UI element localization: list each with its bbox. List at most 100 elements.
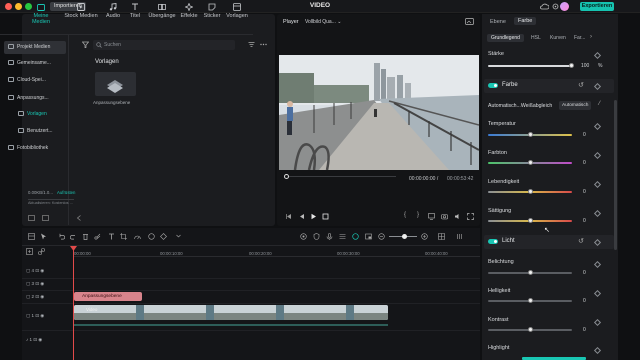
ai-icon[interactable] <box>352 233 359 240</box>
delete-icon[interactable] <box>82 233 89 240</box>
grid-icon[interactable] <box>438 233 445 240</box>
render-icon[interactable] <box>300 233 307 240</box>
text-icon[interactable] <box>108 233 115 240</box>
avatar[interactable] <box>560 2 569 11</box>
auto-white-balance-button[interactable]: Automatisch <box>559 101 592 110</box>
tree-item-cloud[interactable]: Cloud-Spei... <box>4 74 66 87</box>
display-icon[interactable] <box>428 213 435 220</box>
microphone-icon[interactable] <box>326 233 333 240</box>
playhead[interactable] <box>73 246 74 360</box>
camera-icon[interactable] <box>441 213 448 220</box>
color-toggle[interactable] <box>488 83 498 88</box>
track-header-1[interactable]: ▢ 1 ⊡ ◉ <box>26 313 44 319</box>
export-button[interactable]: Exportieren <box>580 2 614 11</box>
subtab-more[interactable]: Far... <box>574 35 585 41</box>
vibrance-slider-knob[interactable] <box>528 189 533 194</box>
tree-item-project-media[interactable]: Projekt Medien <box>4 41 66 54</box>
tint-value[interactable]: 0 <box>583 160 586 166</box>
import-folder-icon[interactable] <box>42 215 49 221</box>
color-match-icon[interactable] <box>148 233 155 240</box>
more-icon[interactable] <box>260 41 267 48</box>
brightness-value[interactable]: 0 <box>583 298 586 304</box>
tree-item-custom[interactable]: Benutzert... <box>4 125 66 138</box>
track-header-3[interactable]: ▢ 3 ⊡ ◉ <box>26 281 44 287</box>
crop-icon[interactable] <box>120 233 127 240</box>
quality-select[interactable]: Vollbild Qua... ⌄ <box>305 19 341 25</box>
brightness-slider-knob[interactable] <box>528 298 533 303</box>
mark-in-icon[interactable]: { <box>404 212 406 218</box>
reset-icon[interactable]: ↺ <box>578 81 584 89</box>
cloud-icon[interactable] <box>540 3 549 10</box>
player-tab[interactable]: Player <box>283 19 299 25</box>
tab-color[interactable]: Farbe <box>514 17 537 25</box>
strength-slider[interactable] <box>488 65 572 67</box>
timeline-more-icon[interactable] <box>456 233 463 240</box>
previous-frame-icon[interactable] <box>285 213 292 220</box>
track-header-4[interactable]: ▢ 4 ⊡ ◉ <box>26 268 44 274</box>
new-folder-icon[interactable] <box>28 215 35 221</box>
playback-scrubber[interactable] <box>284 174 289 179</box>
strength-value[interactable]: 100 <box>581 63 589 69</box>
audio-track-header-1[interactable]: ♪ 1 ⊡ ◉ <box>26 337 42 343</box>
mark-out-icon[interactable]: } <box>417 212 419 218</box>
adjustment-layer-thumbnail[interactable] <box>95 72 136 96</box>
keyframe-tool-icon[interactable] <box>160 233 167 240</box>
strength-slider-knob[interactable] <box>569 63 574 68</box>
more-tools-icon[interactable] <box>175 233 182 240</box>
adjustment-layer-clip[interactable]: Anpassungsebene <box>74 292 142 301</box>
tab-my-media[interactable]: Meine Medien <box>24 3 58 25</box>
subtab-hsl[interactable]: HSL <box>531 35 541 41</box>
eyedropper-icon[interactable]: ⁄ <box>599 101 600 107</box>
track-header-2[interactable]: ▢ 2 ⊡ ◉ <box>26 294 44 300</box>
saturation-slider-knob[interactable] <box>528 218 533 223</box>
list-icon[interactable] <box>339 233 346 240</box>
tab-templates[interactable]: Vorlagen <box>220 3 254 19</box>
redo-icon[interactable] <box>70 233 77 240</box>
zoom-out-icon[interactable] <box>378 233 385 240</box>
tab-layer[interactable]: Ebene <box>490 19 506 25</box>
settings-icon[interactable] <box>552 3 559 10</box>
tree-item-templates[interactable]: Vorlagen <box>4 108 66 121</box>
select-tool-icon[interactable] <box>40 233 47 240</box>
vibrance-value[interactable]: 0 <box>583 189 586 195</box>
undo-icon[interactable] <box>58 233 65 240</box>
stop-icon[interactable] <box>322 213 329 220</box>
tree-item-shared[interactable]: Gemeinsame... <box>4 57 66 70</box>
snapshot-icon[interactable] <box>465 18 474 25</box>
tint-slider-knob[interactable] <box>528 160 533 165</box>
add-track-icon[interactable] <box>26 248 33 255</box>
playback-progress[interactable] <box>286 176 396 177</box>
shield-icon[interactable] <box>313 233 320 240</box>
subtab-curves[interactable]: Kurven <box>550 35 566 41</box>
tab-stock-media[interactable]: Stock Medien <box>64 3 98 19</box>
audio-icon[interactable] <box>454 213 461 220</box>
temperature-slider-knob[interactable] <box>528 132 533 137</box>
exposure-value[interactable]: 0 <box>583 270 586 276</box>
temperature-value[interactable]: 0 <box>583 132 586 138</box>
scrollbar[interactable] <box>614 100 617 250</box>
filter-lines-icon[interactable] <box>248 41 255 48</box>
link-icon[interactable] <box>38 248 45 255</box>
step-back-icon[interactable] <box>298 213 305 220</box>
zoom-in-icon[interactable] <box>421 233 428 240</box>
subtab-basic[interactable]: Grundlegend <box>487 34 524 42</box>
picture-in-picture-icon[interactable] <box>365 233 372 240</box>
exposure-slider-knob[interactable] <box>528 270 533 275</box>
contrast-slider-knob[interactable] <box>528 327 533 332</box>
zoom-slider-knob[interactable] <box>402 234 407 239</box>
fullscreen-icon[interactable] <box>467 213 474 220</box>
saturation-value[interactable]: 0 <box>583 218 586 224</box>
tree-item-photo-library[interactable]: Fotobibliothek <box>4 142 66 155</box>
layout-icon[interactable] <box>28 233 35 240</box>
play-icon[interactable] <box>310 213 317 220</box>
light-toggle[interactable] <box>488 239 498 244</box>
collapse-panel-icon[interactable] <box>76 215 82 221</box>
filter-icon[interactable] <box>82 41 89 48</box>
upgrade-link[interactable]: Aufrüsten <box>57 190 75 195</box>
split-icon[interactable] <box>94 233 101 240</box>
video-clip[interactable] <box>74 305 388 320</box>
contrast-value[interactable]: 0 <box>583 327 586 333</box>
speed-icon[interactable] <box>134 233 141 240</box>
chevron-right-icon[interactable]: › <box>590 34 592 40</box>
reset-icon[interactable]: ↺ <box>578 237 584 245</box>
